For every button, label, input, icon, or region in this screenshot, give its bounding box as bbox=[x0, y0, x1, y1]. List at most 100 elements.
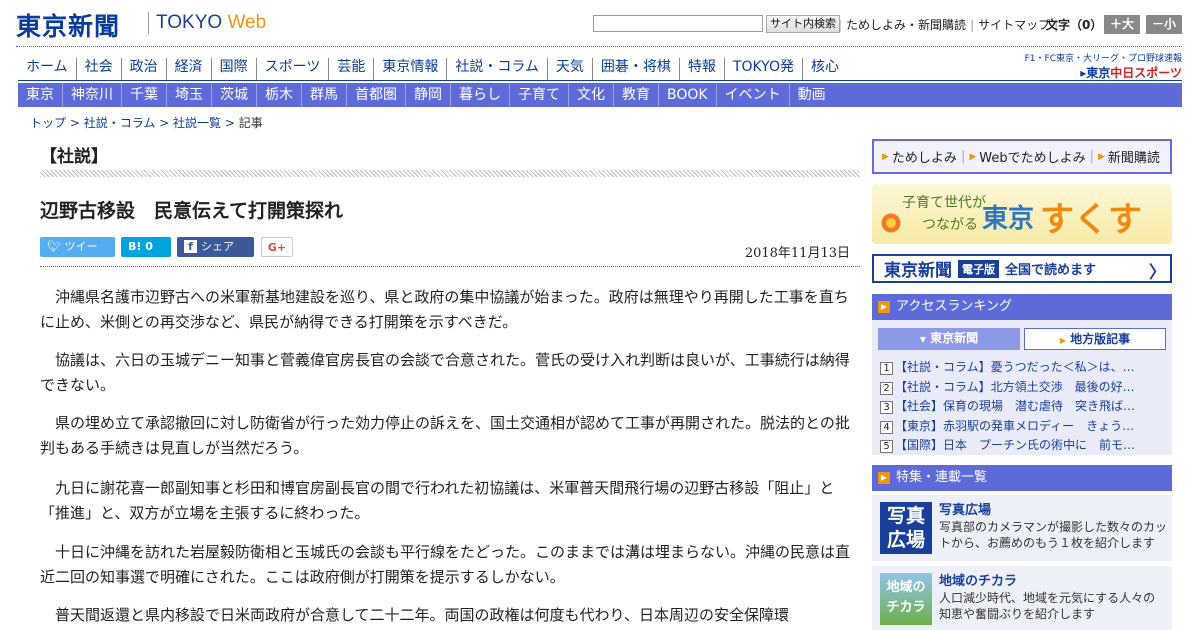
chunichi-sports-banner[interactable]: F1・FC東京・大リーグ・プロ野球速報 ▸東京中日スポーツ bbox=[1024, 51, 1182, 80]
nav-sports[interactable]: スポーツ bbox=[257, 58, 330, 80]
sitemap-link[interactable]: サイトマップ bbox=[978, 18, 1050, 32]
nav-tokyo-hatsu[interactable]: TOKYO発 bbox=[725, 58, 803, 80]
region-gunma[interactable]: 群馬 bbox=[302, 83, 347, 107]
nav-living[interactable]: 暮らし bbox=[451, 83, 510, 107]
chevron-right-icon: 〉 bbox=[1149, 263, 1166, 283]
breadcrumb-editorial-column[interactable]: 社説・コラム bbox=[84, 116, 156, 130]
tokyo-web-logo[interactable]: TOKYO Web bbox=[156, 12, 266, 34]
ranking-item-title: 【東京】赤羽駅の発車メロディー きょう… bbox=[895, 418, 1135, 433]
region-ibaraki[interactable]: 茨城 bbox=[212, 83, 257, 107]
nav-go-shogi[interactable]: 囲碁・将棋 bbox=[593, 58, 680, 80]
article-paragraph: 十日に沖縄を訪れた岩屋毅防衛相と玉城氏の会談も平行線をたどった。このままでは溝は… bbox=[40, 543, 851, 586]
digital-edition-text: 全国で読めます bbox=[1005, 263, 1097, 278]
sports-banner-prefix: ▸東京 bbox=[1080, 66, 1111, 80]
digital-edition-banner[interactable]: 東京新聞 電子版 全国で読めます 〉 bbox=[872, 254, 1172, 283]
features-panel-header: ▶ 特集・連載一覧 bbox=[872, 465, 1172, 491]
article-date-divider bbox=[40, 266, 860, 267]
trial-read-link[interactable]: ためしよみ bbox=[892, 147, 957, 166]
header-link-separator: | bbox=[970, 18, 975, 32]
site-search-button[interactable]: サイト内検索 bbox=[766, 15, 840, 33]
section-divider bbox=[40, 170, 860, 177]
sports-banner-title: ▸東京中日スポーツ bbox=[1024, 64, 1182, 81]
sports-banner-name: 中日スポーツ bbox=[1110, 66, 1182, 80]
google-plus-button[interactable]: G+ bbox=[261, 237, 293, 257]
nav-video[interactable]: 動画 bbox=[790, 83, 834, 107]
ranking-tab-tokyo[interactable]: ▼ 東京新聞 bbox=[878, 328, 1020, 350]
breadcrumb-top[interactable]: トップ bbox=[30, 116, 66, 130]
web-trial-read-link[interactable]: Webでためしよみ bbox=[979, 147, 1085, 166]
ranking-item[interactable]: 1 【社説・コラム】憂うつだった＜私＞は、… bbox=[880, 358, 1166, 378]
nav-entertainment[interactable]: 芸能 bbox=[329, 58, 375, 80]
article-paragraph: 県の埋め立て承認撤回に対し防衛省が行った効力停止の訴えを、国土交通相が認めて工事… bbox=[40, 414, 850, 457]
rank-number: 4 bbox=[880, 420, 893, 434]
header-link-separator: | bbox=[838, 18, 843, 32]
font-smaller-button[interactable]: －小 bbox=[1146, 15, 1182, 34]
logo-tokyo-text: TOKYO bbox=[156, 12, 228, 33]
nav-society[interactable]: 社会 bbox=[77, 58, 122, 80]
feature-item-community[interactable]: 地域の チカラ 地域のチカラ 人口減少時代、地域を元気にする人々の知恵や奮闘ぶりを… bbox=[872, 566, 1172, 630]
ranking-tab-regional[interactable]: ▶ 地方版記事 bbox=[1024, 328, 1166, 350]
main-nav: ホーム 社会 政治 経済 国際 スポーツ 芸能 東京情報 社説・コラム 天気 囲… bbox=[18, 58, 847, 80]
nav-editorial-column[interactable]: 社説・コラム bbox=[447, 58, 548, 80]
site-search-input[interactable] bbox=[593, 15, 763, 32]
main-nav-underline bbox=[18, 80, 1182, 81]
twitter-icon: 🐦︎ bbox=[47, 240, 65, 253]
arrow-right-icon: ▶ bbox=[969, 151, 977, 162]
nav-economy[interactable]: 経済 bbox=[167, 58, 212, 80]
nav-home[interactable]: ホーム bbox=[18, 58, 77, 80]
digital-edition-badge: 電子版 bbox=[958, 259, 999, 278]
ranking-title: アクセスランキング bbox=[896, 299, 1012, 314]
nav-event[interactable]: イベント bbox=[717, 83, 790, 107]
subscribe-link[interactable]: 新聞購読 bbox=[1108, 147, 1160, 166]
logo-web-text: Web bbox=[227, 12, 267, 33]
arrow-right-icon: ▶ bbox=[878, 472, 890, 484]
breadcrumb-editorial-list[interactable]: 社説一覧 bbox=[173, 116, 221, 130]
nav-core[interactable]: 核心 bbox=[803, 58, 847, 80]
arrow-right-icon: ▶ bbox=[1097, 151, 1105, 162]
ranking-panel: ▼ 東京新聞 ▶ 地方版記事 1 【社説・コラム】憂うつだった＜私＞は、… 2 【社説・… bbox=[872, 320, 1172, 455]
trial-subscribe-link[interactable]: ためしよみ・新聞購読 bbox=[846, 18, 966, 32]
logo-divider bbox=[148, 12, 149, 34]
sukusuku-tagline-1: 子育て世代が bbox=[902, 195, 986, 211]
site-header: 東京新聞 TOKYO Web サイト内検索 | ためしよみ・新聞購読 | サイトマップ… bbox=[0, 0, 1200, 48]
nav-weather[interactable]: 天気 bbox=[548, 58, 593, 80]
sukusuku-brand-name: すくすく bbox=[1040, 200, 1142, 240]
breadcrumb-separator: > bbox=[221, 116, 239, 130]
article-paragraph: 普天間返還と県内移設で日米両政府が合意して二十二年。両国の政権は何度も代わり、日… bbox=[55, 606, 789, 624]
breadcrumb-current: 記事 bbox=[238, 116, 263, 130]
tweet-button[interactable]: 🐦︎ ツイート bbox=[40, 237, 115, 273]
region-tokyo[interactable]: 東京 bbox=[18, 83, 63, 107]
nav-special-report[interactable]: 特報 bbox=[680, 58, 725, 80]
ranking-item[interactable]: 3 【社会】保育の現場 潜む虐待 突き飛ば… bbox=[880, 397, 1166, 417]
nav-culture[interactable]: 文化 bbox=[569, 83, 614, 107]
region-kanagawa[interactable]: 神奈川 bbox=[63, 83, 122, 107]
facebook-share-button[interactable]: f シェア 89 bbox=[177, 237, 254, 273]
nav-tokyo-info[interactable]: 東京情報 bbox=[374, 58, 448, 80]
tokyo-sukusuku-banner[interactable]: 子育て世代が つながる 東京 すくすく bbox=[872, 184, 1172, 244]
nav-parenting[interactable]: 子育て bbox=[510, 83, 569, 107]
ranking-item[interactable]: 5 【国際】日本 プーチン氏の術中に 前モ… bbox=[880, 436, 1166, 456]
region-chiba[interactable]: 千葉 bbox=[122, 83, 167, 107]
region-saitama[interactable]: 埼玉 bbox=[167, 83, 212, 107]
nav-politics[interactable]: 政治 bbox=[122, 58, 167, 80]
feature-item-photo[interactable]: 写真 広場 写真広場 写真部のカメラマンが撮影した数々のカットから、お薦めのもう１… bbox=[872, 495, 1172, 561]
ranking-tab-regional-label: 地方版記事 bbox=[1070, 332, 1131, 346]
rank-number: 3 bbox=[880, 401, 893, 414]
community-power-thumbnail: 地域の チカラ bbox=[880, 573, 932, 625]
photo-square-thumbnail: 写真 広場 bbox=[880, 502, 932, 554]
ranking-item-title: 【社説・コラム】北方領土交渉 最後の好… bbox=[895, 379, 1135, 394]
region-shutoken[interactable]: 首都圏 bbox=[347, 83, 406, 107]
nav-education[interactable]: 教育 bbox=[614, 83, 659, 107]
region-shizuoka[interactable]: 静岡 bbox=[406, 83, 451, 107]
nav-book[interactable]: BOOK bbox=[659, 83, 717, 107]
ranking-item[interactable]: 2 【社説・コラム】北方領土交渉 最後の好… bbox=[880, 378, 1166, 398]
hatena-bookmark-button[interactable]: B! 0 bbox=[121, 237, 171, 257]
feature-title: 写真広場 bbox=[939, 503, 992, 518]
site-logo[interactable]: 東京新聞 bbox=[16, 7, 120, 43]
header-links: | ためしよみ・新聞購読 | サイトマップ | bbox=[834, 16, 1062, 33]
ranking-item[interactable]: 4 【東京】赤羽駅の発車メロディー きょう… bbox=[880, 417, 1166, 437]
font-larger-button[interactable]: ＋大 bbox=[1104, 15, 1140, 34]
region-tochigi[interactable]: 栃木 bbox=[257, 83, 302, 107]
ranking-item-title: 【社説・コラム】憂うつだった＜私＞は、… bbox=[895, 360, 1135, 374]
nav-international[interactable]: 国際 bbox=[212, 58, 257, 80]
